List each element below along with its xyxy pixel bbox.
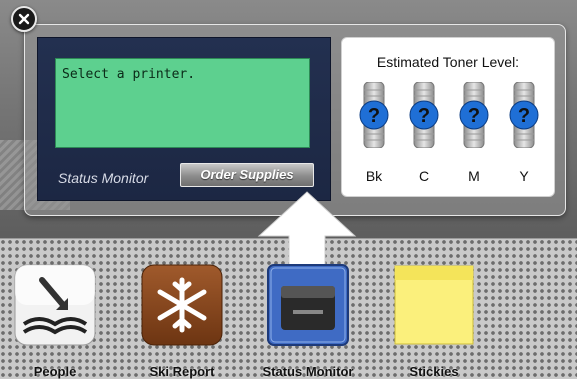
cartridge-bk-icon: ? [359, 82, 389, 148]
dock-label-people: People [33, 364, 77, 379]
printer-icon [267, 264, 349, 346]
svg-text:?: ? [468, 105, 480, 127]
toner-level-title: Estimated Toner Level: [376, 54, 520, 70]
svg-text:?: ? [518, 105, 530, 127]
close-widget-button[interactable] [11, 6, 37, 32]
dock-label-stickies: Stickies [409, 364, 459, 379]
toner-label-m: M [468, 168, 480, 184]
people-book-icon [14, 264, 96, 346]
toner-label-y: Y [519, 168, 529, 184]
dock-item-stickies[interactable] [391, 262, 477, 348]
status-monitor-label: Status Monitor [58, 170, 149, 186]
toner-level-panel: Estimated Toner Level: ? ? ? ? Bk C M Y [341, 37, 555, 197]
toner-label-c: C [418, 168, 430, 184]
status-panel: Select a printer. Status Monitor Order S… [37, 37, 331, 201]
cartridge-y-icon: ? [509, 82, 539, 148]
dock-item-status-monitor[interactable] [265, 262, 351, 348]
cartridge-m-icon: ? [459, 82, 489, 148]
order-supplies-button[interactable]: Order Supplies [180, 163, 314, 187]
sticky-note-icon [394, 265, 474, 345]
up-arrow-icon [257, 191, 357, 272]
printer-status-display: Select a printer. [55, 58, 310, 148]
close-icon [18, 13, 30, 25]
cartridge-c-icon: ? [409, 82, 439, 148]
svg-text:?: ? [368, 105, 380, 127]
dock-item-people[interactable] [12, 262, 98, 348]
status-monitor-widget: Select a printer. Status Monitor Order S… [24, 24, 566, 216]
toner-label-bk: Bk [365, 168, 383, 184]
snowflake-icon [141, 264, 223, 346]
svg-text:?: ? [418, 105, 430, 127]
dock-label-ski-report: Ski Report [149, 364, 215, 379]
dock-item-ski-report[interactable] [139, 262, 225, 348]
dock-label-status-monitor: Status Monitor [262, 364, 354, 379]
